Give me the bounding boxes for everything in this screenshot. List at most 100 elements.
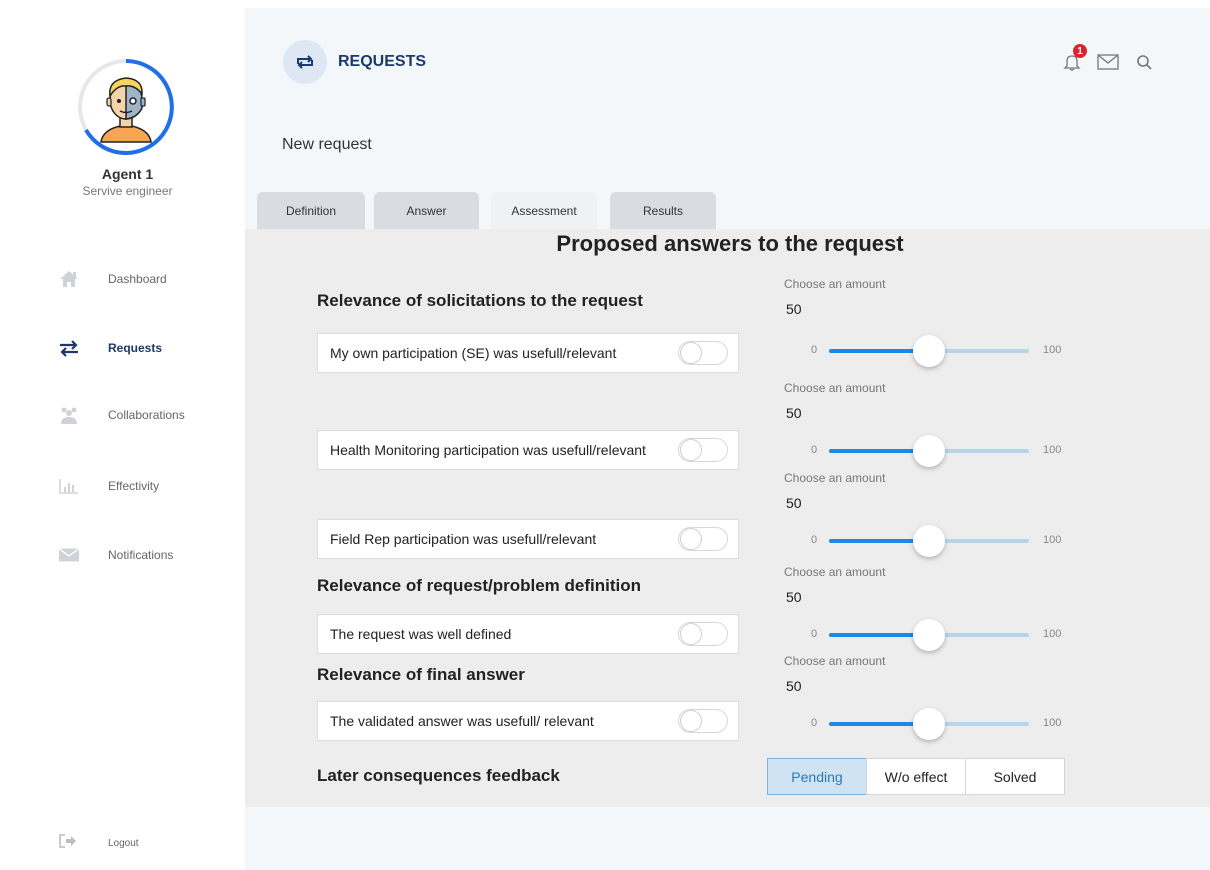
amount-slider[interactable]: 0 100 <box>805 525 1065 557</box>
logout-label: Logout <box>108 838 139 849</box>
section-heading: Relevance of solicitations to the reques… <box>317 291 643 310</box>
sidebar-item-label: Notifications <box>108 548 174 562</box>
question-row: My own participation (SE) was usefull/re… <box>317 333 739 373</box>
question-row: Health Monitoring participation was usef… <box>317 430 739 470</box>
amount-label: Choose an amount <box>784 565 886 579</box>
sidebar-item-label: Effectivity <box>108 479 160 493</box>
section-heading: Relevance of final answer <box>317 665 525 684</box>
toggle-knob <box>680 623 702 645</box>
group-icon <box>58 404 80 426</box>
relevance-toggle[interactable] <box>678 622 728 646</box>
toggle-knob <box>680 439 702 461</box>
toggle-knob <box>680 342 702 364</box>
section-heading: Relevance of request/problem definition <box>317 576 642 595</box>
slider-min-label: 0 <box>811 628 818 640</box>
amount-slider[interactable]: 0 100 <box>805 335 1065 367</box>
amount-slider[interactable]: 0 100 <box>805 708 1065 740</box>
amount-label: Choose an amount <box>784 277 886 291</box>
sidebar-item-label: Requests <box>108 341 163 355</box>
amount-label: Choose an amount <box>784 654 886 668</box>
slider-max-label: 100 <box>1043 717 1062 729</box>
slider-thumb[interactable] <box>913 435 945 467</box>
question-text: Field Rep participation was usefull/rele… <box>330 531 597 547</box>
sidebar-item-notifications[interactable]: Notifications <box>58 543 238 567</box>
notifications-button[interactable]: 1 <box>1061 44 1087 72</box>
amount-value: 50 <box>786 589 802 605</box>
slider-min-label: 0 <box>811 717 818 729</box>
relevance-toggle[interactable] <box>678 438 728 462</box>
slider-thumb[interactable] <box>913 708 945 740</box>
toggle-knob <box>680 528 702 550</box>
sidebar: Agent 1 Servive engineer Dashboard Reque… <box>0 0 245 870</box>
tab-definition[interactable]: Definition <box>257 192 365 229</box>
slider-track[interactable] <box>829 619 1029 651</box>
feedback-option-without-effect[interactable]: W/o effect <box>866 758 966 795</box>
sidebar-item-requests[interactable]: Requests <box>58 336 238 360</box>
amount-label: Choose an amount <box>784 471 886 485</box>
slider-min-label: 0 <box>811 534 818 546</box>
page-title: REQUESTS <box>338 53 427 70</box>
amount-value: 50 <box>786 301 802 317</box>
slider-thumb[interactable] <box>913 335 945 367</box>
mail-button[interactable] <box>1097 52 1119 72</box>
sidebar-item-effectivity[interactable]: Effectivity <box>58 474 238 498</box>
slider-max-label: 100 <box>1043 344 1062 356</box>
logout-button[interactable]: Logout <box>58 833 139 854</box>
question-text: My own participation (SE) was usefull/re… <box>330 345 617 361</box>
question-row: Field Rep participation was usefull/rele… <box>317 519 739 559</box>
search-icon <box>1137 55 1152 70</box>
feedback-option-solved[interactable]: Solved <box>965 758 1065 795</box>
assessment-panel: Proposed answers to the request Relevanc… <box>245 229 1210 807</box>
slider-min-label: 0 <box>811 444 818 456</box>
notification-badge: 1 <box>1073 44 1087 58</box>
sidebar-item-dashboard[interactable]: Dashboard <box>58 267 238 291</box>
panel-title: Proposed answers to the request <box>556 231 904 256</box>
amount-value: 50 <box>786 495 802 511</box>
main-content: REQUESTS 1 New request Definition Answer… <box>245 8 1210 870</box>
sidebar-item-label: Collaborations <box>108 408 185 422</box>
tab-assessment[interactable]: Assessment <box>491 192 597 229</box>
avatar <box>77 58 175 156</box>
requests-header-icon <box>283 40 327 84</box>
agent-name: Agent 1 <box>101 166 154 182</box>
amount-slider[interactable]: 0 100 <box>805 619 1065 651</box>
tab-results[interactable]: Results <box>610 192 716 229</box>
amount-value: 50 <box>786 405 802 421</box>
logout-icon <box>58 833 78 854</box>
swap-arrows-icon <box>58 337 80 359</box>
slider-track[interactable] <box>829 708 1029 740</box>
envelope-icon <box>58 544 80 566</box>
slider-max-label: 100 <box>1043 534 1062 546</box>
slider-track[interactable] <box>829 435 1029 467</box>
slider-max-label: 100 <box>1043 628 1062 640</box>
question-row: The request was well defined <box>317 614 739 654</box>
home-icon <box>58 268 80 290</box>
slider-thumb[interactable] <box>913 525 945 557</box>
toggle-knob <box>680 710 702 732</box>
sidebar-item-label: Dashboard <box>108 272 167 286</box>
slider-track[interactable] <box>829 525 1029 557</box>
amount-value: 50 <box>786 678 802 694</box>
amount-label: Choose an amount <box>784 381 886 395</box>
question-text: Health Monitoring participation was usef… <box>330 442 646 458</box>
slider-track[interactable] <box>829 335 1029 367</box>
top-toolbar: 1 <box>1061 44 1155 72</box>
amount-slider[interactable]: 0 100 <box>805 435 1065 467</box>
slider-min-label: 0 <box>811 344 818 356</box>
question-row: The validated answer was usefull/ releva… <box>317 701 739 741</box>
agent-role: Servive engineer <box>82 184 173 198</box>
search-button[interactable] <box>1133 52 1155 72</box>
envelope-icon <box>1097 54 1119 70</box>
relevance-toggle[interactable] <box>678 709 728 733</box>
question-text: The request was well defined <box>330 626 512 642</box>
section-heading: Later consequences feedback <box>317 766 560 785</box>
relevance-toggle[interactable] <box>678 341 728 365</box>
agent-avatar-icon <box>78 59 174 155</box>
tab-answer[interactable]: Answer <box>374 192 479 229</box>
question-text: The validated answer was usefull/ releva… <box>330 713 594 729</box>
slider-thumb[interactable] <box>913 619 945 651</box>
bar-chart-icon <box>58 475 80 497</box>
feedback-option-pending[interactable]: Pending <box>767 758 867 795</box>
relevance-toggle[interactable] <box>678 527 728 551</box>
sidebar-item-collaborations[interactable]: Collaborations <box>58 403 238 427</box>
